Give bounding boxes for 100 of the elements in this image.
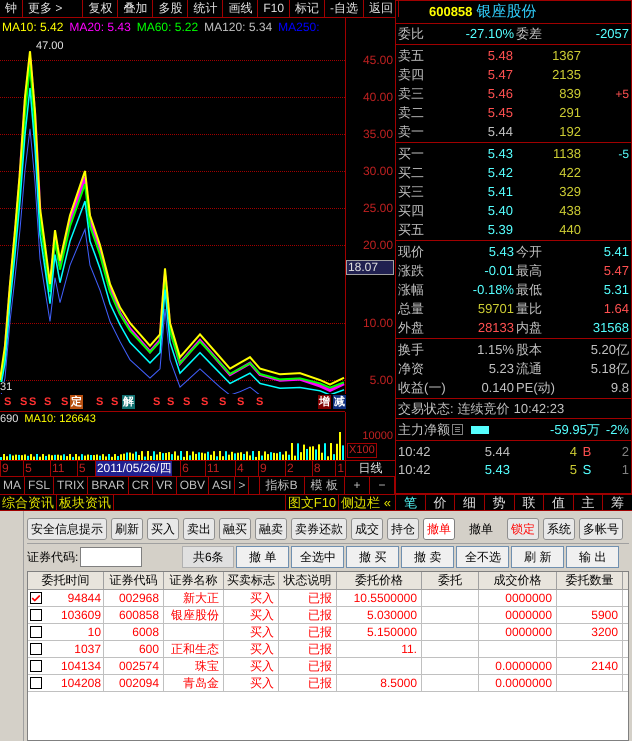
order-volume: 291 [558,104,581,122]
indicator-tab[interactable]: CR [128,477,154,494]
row-checkbox[interactable] [30,660,42,672]
form-button[interactable]: 撤 卖 [401,546,454,568]
toolbar-button[interactable]: 多帐号 [579,518,623,540]
form-button[interactable]: 全选中 [291,546,344,568]
event-marker: 减 [333,395,346,409]
toolbar-button[interactable]: 安全信息提示 [27,518,107,540]
ma-legend-label: MA250: [278,19,320,36]
price-axis-label: 30.00 [362,165,393,177]
indicator-tab[interactable]: TRIX [54,477,88,494]
indicator-tab[interactable]: > [235,477,250,494]
form-button[interactable]: 撤 单 [236,546,290,568]
table-cell-text: 103609 [60,607,102,623]
column-header[interactable]: 买卖标志 [224,572,279,589]
table-cell: 买入 [224,675,279,691]
price-axis-label: 40.00 [362,91,393,103]
menu-item[interactable]: F10 [258,0,290,17]
table-cell: 5.150000 [337,624,422,640]
indicator-button[interactable]: − [370,477,395,494]
panel-tab[interactable]: 联 [514,495,544,510]
row-checkbox[interactable] [30,643,42,655]
indicator-button[interactable]: + [345,477,370,494]
toolbar-button[interactable]: 成交 [351,518,383,540]
indicator-tab[interactable]: OBV [176,477,210,494]
form-button[interactable]: 全不选 [456,546,510,568]
row-checkbox[interactable] [30,592,42,604]
menu-item[interactable]: 更多 > [23,0,84,17]
column-header[interactable]: 状态说明 [279,572,337,589]
signal-marker: S [110,395,120,409]
indicator-tab[interactable]: ASI [209,477,236,494]
toolbar-button[interactable]: 刷新 [111,518,143,540]
stat-value: -0.18% [472,280,514,299]
indicator-tab[interactable]: BRAR [88,477,129,494]
stock-name: 银座股份 [476,2,536,22]
order-price: 5.46 [486,84,513,103]
event-marker: 解 [122,395,135,409]
date-axis-label: 6 [180,461,190,476]
table-cell: 6008 [104,624,164,640]
indicator-button[interactable]: 指标B [260,477,305,494]
form-button[interactable]: 撤 买 [346,546,400,568]
panel-tab[interactable]: 细 [454,495,484,510]
column-header[interactable]: 委托 [422,572,479,589]
table-cell: 买入 [224,641,279,657]
diff-label: 委差 [516,25,542,44]
info-tab[interactable]: 综合资讯 [0,495,57,510]
list-icon[interactable] [452,424,463,435]
tick-side: B [582,443,592,462]
menu-item[interactable]: -自选 [325,0,364,17]
order-price: 5.44 [486,122,513,141]
code-input-field[interactable] [80,546,142,566]
signal-marker: S [3,395,12,409]
panel-tab[interactable]: 值 [543,495,573,510]
indicator-button[interactable]: 模 板 [304,477,345,494]
indicator-tab[interactable]: VR [153,477,177,494]
toolbar-button[interactable]: 卖券还款 [291,518,347,540]
column-header[interactable]: 成交价格 [479,572,557,589]
toolbar-button[interactable]: 系统 [543,518,575,540]
toolbar-button[interactable]: 融买 [219,518,251,540]
toolbar-button[interactable]: 持仓 [387,518,419,540]
info-tab[interactable]: 板块资讯 [57,495,114,510]
date-axis-label: 8 [312,461,322,476]
table-cell: 买入 [224,658,279,674]
column-header[interactable]: 证券代码 [104,572,164,589]
trade-status-time: 10:42:23 [514,400,564,418]
panel-tab[interactable]: 势 [484,495,514,510]
row-checkbox[interactable] [30,609,42,621]
row-checkbox[interactable] [30,677,42,689]
date-axis-label: 11 [204,461,220,476]
column-header[interactable]: 委托价格 [337,572,422,589]
info-tab[interactable]: 侧边栏 « [338,495,393,510]
toolbar-button[interactable]: 撤单 [423,518,455,540]
order-price: 5.43 [486,144,513,163]
toolbar-button[interactable]: 融卖 [255,518,287,540]
menu-item[interactable]: 钟 [0,0,23,17]
form-button[interactable]: 输 出 [566,546,620,568]
period-label[interactable]: 日线 [345,461,395,476]
toolbar-button[interactable]: 卖出 [183,518,215,540]
menu-item[interactable]: 叠加 [118,0,154,17]
row-checkbox[interactable] [30,626,42,638]
form-button[interactable]: 刷 新 [511,546,564,568]
column-header[interactable]: 委托时间 [28,572,104,589]
panel-tab[interactable]: 价 [424,495,454,510]
column-header[interactable]: 委托数量 [557,572,623,589]
indicator-tab[interactable]: FSL [25,477,54,494]
panel-tab[interactable]: 筹 [602,495,632,510]
toolbar-button[interactable]: 买入 [147,518,179,540]
panel-tab[interactable]: 主 [572,495,602,510]
menu-item[interactable]: 复权 [83,0,118,17]
info-tab[interactable]: 图文F10 [284,495,338,510]
menu-item[interactable]: 多股 [153,0,188,17]
menu-item[interactable]: 统计 [188,0,224,17]
indicator-tab[interactable]: MA [0,477,25,494]
menu-item[interactable]: 返回 [364,0,400,17]
menu-item[interactable]: 标记 [290,0,326,17]
panel-tab[interactable]: 笔 [395,495,425,510]
stat-label: 外盘 [398,318,425,337]
menu-item[interactable]: 画线 [223,0,258,17]
column-header[interactable]: 证券名称 [164,572,224,589]
table-cell: 已报 [279,607,337,623]
